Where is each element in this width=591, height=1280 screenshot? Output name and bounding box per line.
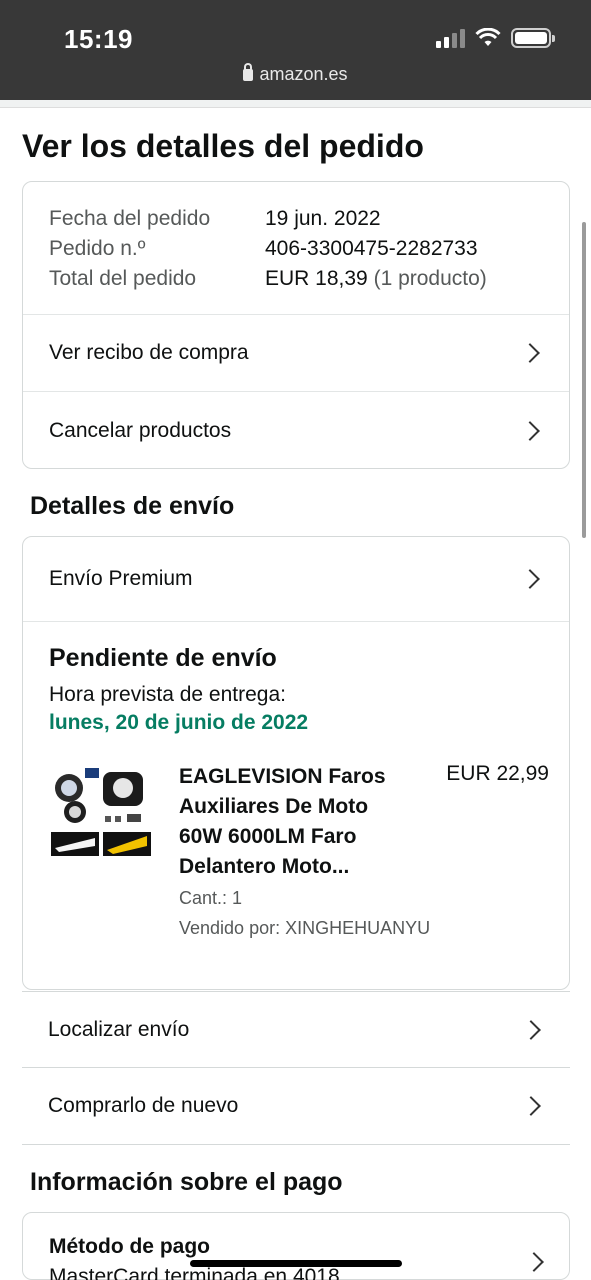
pending-shipment: Pendiente de envío Hora prevista de entr… <box>23 621 569 989</box>
shipping-method-label: Envío Premium <box>49 567 193 590</box>
address-bar[interactable]: amazon.es <box>0 63 591 85</box>
eta-label: Hora prevista de entrega: <box>49 683 286 706</box>
buy-again-link[interactable]: Comprarlo de nuevo <box>22 1068 570 1145</box>
order-date-label: Fecha del pedido <box>49 207 211 230</box>
order-total-value: EUR 18,39 (1 producto) <box>265 264 487 294</box>
order-number-value: 406-3300475-2282733 <box>265 237 478 260</box>
payment-section-title: Información sobre el pago <box>30 1168 343 1196</box>
order-number-label: Pedido n.º <box>49 237 146 260</box>
shipping-section-title: Detalles de envío <box>30 492 235 520</box>
cancel-items-label: Cancelar productos <box>49 418 232 442</box>
battery-icon <box>511 28 555 48</box>
cancel-items-link[interactable]: Cancelar productos <box>23 391 569 469</box>
product-price: EUR 22,99 <box>446 762 549 785</box>
sheet-edge <box>0 100 591 108</box>
order-summary-card: Fecha del pedido 19 jun. 2022 Pedido n.º… <box>22 181 570 469</box>
view-receipt-link[interactable]: Ver recibo de compra <box>23 314 569 391</box>
order-date-row: Fecha del pedido 19 jun. 2022 <box>49 204 543 234</box>
order-number-row: Pedido n.º 406-3300475-2282733 <box>49 234 543 264</box>
status-icons <box>436 28 555 48</box>
chevron-right-icon <box>521 1096 541 1116</box>
track-shipment-link[interactable]: Localizar envío <box>22 991 570 1068</box>
chevron-right-icon <box>520 343 540 363</box>
order-total-row: Total del pedido EUR 18,39 (1 producto) <box>49 264 543 294</box>
payment-method-detail: MasterCard terminada en 4018 <box>49 1265 340 1280</box>
shipping-method-link[interactable]: Envío Premium <box>23 537 569 621</box>
chevron-right-icon <box>524 1252 544 1272</box>
product-title[interactable]: EAGLEVISION Faros Auxiliares De Moto 60W… <box>179 762 409 882</box>
eta-date: lunes, 20 de junio de 2022 <box>49 711 309 734</box>
order-total-amount: EUR 18,39 <box>265 267 368 290</box>
product-quantity: Cant.: 1 <box>179 888 243 908</box>
status-time: 15:19 <box>64 24 133 54</box>
cellular-signal-icon <box>436 28 465 48</box>
scrollbar[interactable] <box>582 222 586 538</box>
order-summary: Fecha del pedido 19 jun. 2022 Pedido n.º… <box>23 182 569 314</box>
shipment-status-title: Pendiente de envío <box>49 644 277 672</box>
payment-method-title: Método de pago <box>49 1235 210 1258</box>
home-indicator[interactable] <box>190 1260 402 1267</box>
chevron-right-icon <box>520 420 540 441</box>
chevron-right-icon <box>520 569 540 589</box>
page-title: Ver los detalles del pedido <box>22 128 424 164</box>
lock-icon <box>243 63 254 81</box>
product-thumbnail[interactable] <box>51 768 153 868</box>
order-total-label: Total del pedido <box>49 267 197 290</box>
address-text: amazon.es <box>259 64 348 84</box>
payment-method-card[interactable]: Método de pago MasterCard terminada en 4… <box>22 1212 570 1280</box>
product-seller: Vendido por: XINGHEHUANYU <box>179 918 431 938</box>
wifi-icon <box>475 28 501 46</box>
chevron-right-icon <box>521 1019 541 1040</box>
buy-again-label: Comprarlo de nuevo <box>48 1094 239 1117</box>
order-total-count: (1 producto) <box>373 267 487 290</box>
track-shipment-label: Localizar envío <box>48 1017 190 1041</box>
view-receipt-label: Ver recibo de compra <box>49 341 249 364</box>
order-date-value: 19 jun. 2022 <box>265 207 381 230</box>
status-bar: 15:19 amazon.es <box>0 0 591 100</box>
shipping-card: Envío Premium Pendiente de envío Hora pr… <box>22 536 570 990</box>
